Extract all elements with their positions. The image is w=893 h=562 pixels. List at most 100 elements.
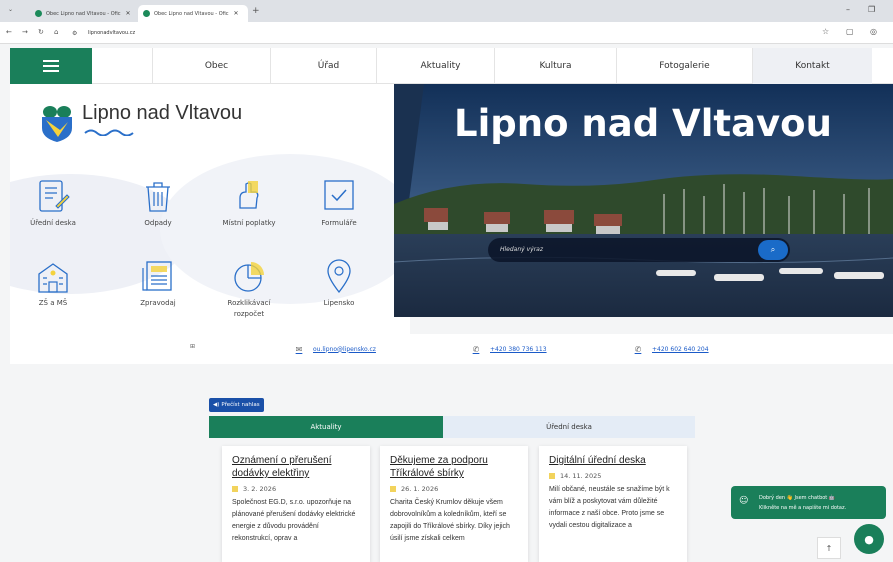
tile-formulare[interactable]: Formuláře	[294, 176, 384, 229]
read-aloud-button[interactable]: ◀) Přečíst nahlas	[209, 398, 264, 412]
email-link[interactable]: ou.lipno@lipensko.cz	[313, 346, 376, 353]
browser-tab[interactable]: Obec Lipno nad Vltavou - Ofic ✕	[30, 5, 138, 22]
calendar-icon	[390, 486, 396, 492]
tile-zpravodaj[interactable]: Zpravodaj	[113, 256, 203, 309]
contact-phone-1[interactable]: ✆ +420 380 736 113	[470, 343, 547, 355]
reload-icon[interactable]: ↻	[38, 28, 44, 36]
news-title[interactable]: Děkujeme za podporu Tříkrálové sbírky	[390, 454, 518, 480]
tile-label: Odpady	[144, 219, 172, 227]
tile-lipensko[interactable]: Lipensko	[294, 256, 384, 309]
tile-zs-a-ms[interactable]: ZŠ a MŠ	[10, 256, 98, 309]
wave-icon	[84, 129, 134, 136]
news-card[interactable]: Oznámení o přerušení dodávky elektřiny 3…	[222, 446, 370, 562]
tile-label: Zpravodaj	[140, 299, 176, 307]
forward-icon[interactable]: →	[22, 28, 28, 36]
chatbot-icon: ☺	[739, 496, 749, 506]
news-title[interactable]: Digitální úřední deska	[549, 454, 677, 467]
hand-money-icon	[239, 181, 259, 209]
main-content: ◀) Přečíst nahlas Aktuality Úřední deska…	[10, 364, 893, 562]
read-aloud-label: Přečíst nahlas	[221, 402, 260, 408]
search-box[interactable]: Hledaný výraz ⌕	[488, 238, 790, 262]
site-info-icon[interactable]: ⚙	[72, 30, 77, 37]
nav-item-urad[interactable]: Úřad	[270, 48, 386, 84]
tile-label: Úřední deska	[30, 219, 76, 227]
home-icon[interactable]: ⌂	[54, 28, 58, 36]
tab-title: Obec Lipno nad Vltavou - Ofic	[46, 10, 121, 17]
document-edit-icon	[39, 180, 70, 212]
chatbot-greeting[interactable]: ☺ Dobrý den 👋 Jsem chatbot 🤖 Klikněte na…	[731, 486, 886, 519]
chatbot-line-1: Dobrý den 👋 Jsem chatbot 🤖	[759, 495, 836, 501]
url-field[interactable]: lipnonadvltavou.cz	[88, 30, 135, 36]
news-excerpt: Společnost EG.D, s.r.o. upozorňuje na pl…	[232, 499, 356, 542]
nav-item-fotogalerie[interactable]: Fotogalerie	[616, 48, 752, 84]
extensions-icon[interactable]: ▢	[846, 27, 854, 36]
browser-tab-active[interactable]: Obec Lipno nad Vltavou - Ofic ✕	[138, 5, 248, 22]
tab-search-icon[interactable]: ⌄	[8, 6, 13, 13]
hamburger-menu-button[interactable]	[10, 48, 92, 84]
tile-rozklikavaci-rozpocet[interactable]: Rozklikávací rozpočet	[204, 256, 294, 320]
scroll-to-top-button[interactable]: ↑	[817, 537, 841, 559]
minimize-icon[interactable]: –	[846, 5, 850, 14]
close-tab-icon[interactable]: ✕	[126, 10, 131, 17]
sitemap-icon[interactable]: ⊞	[190, 343, 195, 350]
news-card[interactable]: Děkujeme za podporu Tříkrálové sbírky 26…	[380, 446, 528, 562]
profile-icon[interactable]: ◎	[870, 27, 877, 36]
favicon-icon	[35, 10, 42, 17]
news-date: 3. 2. 2026	[243, 485, 277, 493]
email-icon: ✉	[295, 344, 303, 354]
address-bar: ← → ↻ ⌂ ⚙ lipnonadvltavou.cz ☆ ▢ ◎	[0, 22, 893, 44]
speaker-icon: ◀)	[213, 402, 220, 408]
search-icon[interactable]: ⌕	[758, 240, 788, 260]
chat-open-button[interactable]: ●	[854, 524, 884, 554]
tile-odpady[interactable]: Odpady	[113, 176, 203, 229]
calendar-icon	[232, 486, 238, 492]
site-navigation: Obec Úřad Aktuality Kultura Fotogalerie …	[10, 48, 893, 84]
chatbot-line-2: Klikněte na mě a napište mi dotaz.	[759, 505, 847, 511]
checkbox-form-icon	[324, 180, 354, 210]
contact-email[interactable]: ✉ ou.lipno@lipensko.cz	[293, 343, 376, 355]
nav-item-kontakt[interactable]: Kontakt	[752, 48, 872, 84]
close-tab-icon[interactable]: ✕	[234, 10, 239, 17]
browser-tab-bar: ⌄ Obec Lipno nad Vltavou - Ofic ✕ Obec L…	[0, 0, 893, 22]
news-date: 14. 11. 2025	[560, 472, 602, 480]
quick-links-panel: Lipno nad Vltavou Úřední deska Odpady Mí…	[10, 84, 410, 334]
phone-link[interactable]: +420 380 736 113	[490, 346, 547, 353]
chat-bubble-icon: ●	[864, 532, 874, 546]
map-pin-icon	[327, 259, 351, 294]
bookmark-star-icon[interactable]: ☆	[822, 27, 829, 36]
calendar-icon	[549, 473, 555, 479]
arrow-up-icon: ↑	[825, 543, 833, 553]
tab-aktuality[interactable]: Aktuality	[209, 416, 443, 438]
hero-banner: Lipno nad Vltavou Hledaný výraz ⌕	[394, 84, 893, 317]
new-tab-icon[interactable]: +	[252, 6, 260, 16]
newspaper-icon	[142, 261, 172, 291]
pie-chart-icon	[234, 262, 264, 292]
news-title[interactable]: Oznámení o přerušení dodávky elektřiny	[232, 454, 360, 480]
tab-title: Obec Lipno nad Vltavou - Ofic	[154, 10, 229, 17]
back-icon[interactable]: ←	[6, 28, 12, 36]
nav-item-kultura[interactable]: Kultura	[494, 48, 616, 84]
nav-item-obec[interactable]: Obec	[152, 48, 280, 84]
maximize-icon[interactable]: ❐	[868, 5, 875, 14]
tile-uredni-deska[interactable]: Úřední deska	[10, 176, 98, 229]
content-tabs: Aktuality Úřední deska	[209, 416, 695, 438]
contact-phone-2[interactable]: ✆ +420 602 640 204	[632, 343, 709, 355]
tile-mistni-poplatky[interactable]: Místní poplatky	[204, 176, 294, 229]
phone-icon: ✆	[634, 344, 642, 354]
favicon-icon	[143, 10, 150, 17]
nav-item-aktuality[interactable]: Aktuality	[376, 48, 504, 84]
tile-label: ZŠ a MŠ	[38, 299, 68, 307]
news-excerpt: Milí občané, neustále se snažíme být k v…	[549, 486, 670, 529]
tab-uredni-deska[interactable]: Úřední deska	[443, 416, 695, 438]
hero-title: Lipno nad Vltavou	[454, 102, 832, 145]
phone-link[interactable]: +420 602 640 204	[652, 346, 709, 353]
search-input[interactable]: Hledaný výraz	[500, 246, 543, 253]
news-excerpt: Charita Český Krumlov děkuje všem dobrov…	[390, 499, 510, 542]
school-icon	[38, 263, 68, 293]
trash-icon	[146, 182, 170, 212]
coat-of-arms-icon[interactable]	[40, 104, 74, 142]
news-card[interactable]: Digitální úřední deska 14. 11. 2025 Milí…	[539, 446, 687, 562]
tile-label: Rozklikávací rozpočet	[227, 299, 271, 318]
tile-label: Lipensko	[323, 299, 355, 307]
site-logo-text[interactable]: Lipno nad Vltavou	[82, 102, 242, 125]
